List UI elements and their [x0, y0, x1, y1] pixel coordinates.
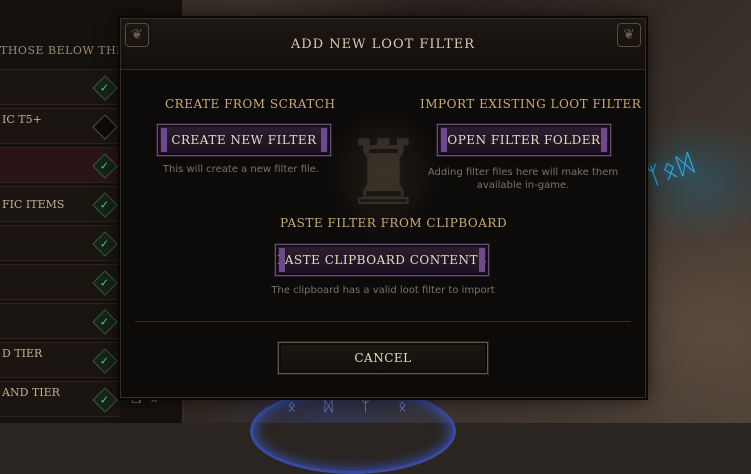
rule-row[interactable]: AND TIER ✓ — [0, 381, 120, 417]
import-hint: Adding filter files here will make them … — [427, 167, 619, 191]
rule-label: FIC ITEMS — [2, 198, 65, 211]
rule-row[interactable]: ✓ — [0, 264, 120, 300]
divider — [135, 321, 631, 322]
rule-checkbox[interactable]: ✓ — [92, 231, 118, 257]
rule-checkbox[interactable]: ✓ — [92, 348, 118, 374]
open-filter-folder-button[interactable]: OPEN FILTER FOLDER — [437, 124, 611, 156]
rule-checkbox[interactable]: ✓ — [92, 75, 118, 101]
rule-checkbox[interactable] — [92, 114, 118, 140]
rule-checkbox[interactable]: ✓ — [92, 270, 118, 296]
paste-hint: The clipboard has a valid loot filter to… — [271, 285, 495, 296]
check-icon: ✓ — [100, 237, 110, 251]
rule-checkbox[interactable]: ✓ — [92, 387, 118, 413]
ornament-icon: ❦ — [617, 23, 641, 47]
import-section-title: IMPORT EXISTING LOOT FILTER — [420, 97, 642, 111]
rule-label: IC T5+ — [2, 113, 42, 126]
add-loot-filter-dialog: ❦ ADD NEW LOOT FILTER ❦ ♜ CREATE FROM SC… — [120, 18, 646, 398]
rule-label: AND TIER — [2, 386, 60, 399]
rule-checkbox[interactable]: ✓ — [92, 192, 118, 218]
rule-row-selected[interactable]: ✓ — [0, 147, 120, 183]
check-icon: ✓ — [100, 81, 110, 95]
rule-checkbox[interactable]: ✓ — [92, 153, 118, 179]
rule-row[interactable]: ✓ — [0, 69, 120, 105]
dialog-title: ADD NEW LOOT FILTER — [290, 37, 476, 52]
check-icon: ✓ — [100, 315, 110, 329]
scratch-section-title: CREATE FROM SCRATCH — [165, 97, 336, 111]
rule-row[interactable]: IC T5+ — [0, 108, 120, 144]
check-icon: ✓ — [100, 159, 110, 173]
rule-label: D TIER — [2, 347, 43, 360]
check-icon: ✓ — [100, 276, 110, 290]
rule-row[interactable]: ✓ — [0, 225, 120, 261]
paste-section-title: PASTE FILTER FROM CLIPBOARD — [280, 216, 508, 230]
check-icon: ✓ — [100, 198, 110, 212]
rule-row[interactable]: ✓ — [0, 303, 120, 339]
rule-row[interactable]: D TIER ✓ — [0, 342, 120, 378]
create-new-filter-button[interactable]: CREATE NEW FILTER — [157, 124, 331, 156]
rune-portal: ᛟ ᛞ ᛉ ᛟ — [250, 388, 456, 474]
check-icon: ✓ — [100, 354, 110, 368]
rule-row[interactable]: FIC ITEMS ✓ — [0, 186, 120, 222]
check-icon: ✓ — [100, 393, 110, 407]
rule-checkbox[interactable]: ✓ — [92, 309, 118, 335]
cancel-button[interactable]: CANCEL — [278, 342, 488, 374]
scratch-hint: This will create a new filter file. — [162, 164, 320, 175]
dialog-header: ❦ ADD NEW LOOT FILTER ❦ — [121, 19, 645, 70]
paste-clipboard-button[interactable]: PASTE CLIPBOARD CONTENTS — [275, 244, 489, 276]
